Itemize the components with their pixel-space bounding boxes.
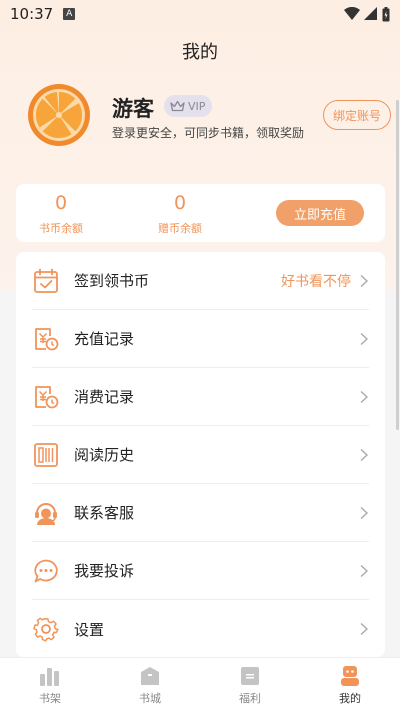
status-time: 10:37 <box>10 5 54 23</box>
page-title: 我的 <box>182 42 218 63</box>
tab-welfare[interactable]: 福利 <box>200 658 300 711</box>
username: 游客 <box>112 97 154 121</box>
menu-item-label: 我要投诉 <box>74 562 135 580</box>
scrollbar[interactable] <box>396 100 399 430</box>
status-icons <box>344 6 390 22</box>
chat-bubble-icon <box>32 557 60 585</box>
chevron-right-icon <box>360 390 369 403</box>
gift-coin-balance[interactable]: 0 赠币余额 <box>140 190 220 236</box>
tab-label: 福利 <box>239 692 261 705</box>
status-bar: 10:37 A <box>0 0 400 28</box>
receipt-clock-icon <box>32 383 60 411</box>
calendar-check-icon <box>32 267 60 295</box>
battery-icon <box>382 6 390 21</box>
book-coin-label: 书币余额 <box>39 222 83 235</box>
menu-item-complaint[interactable]: 我要投诉 <box>32 542 369 600</box>
chevron-right-icon <box>360 622 369 636</box>
bottom-tab-bar: 书架 书城 福利 我的 <box>0 657 400 711</box>
login-hint: 登录更安全，可同步书籍，领取奖励 <box>112 126 305 140</box>
gift-icon <box>241 667 259 685</box>
menu-item-label: 签到领书币 <box>74 272 150 290</box>
menu-item-recharge-records[interactable]: 充值记录 <box>32 310 369 368</box>
menu-item-consumption-records[interactable]: 消费记录 <box>32 368 369 426</box>
bookstore-icon <box>141 667 159 685</box>
tab-profile[interactable]: 我的 <box>300 658 400 711</box>
tab-label: 书架 <box>39 692 61 705</box>
wifi-icon <box>344 7 360 20</box>
tab-label: 我的 <box>339 692 361 705</box>
bookshelf-icon <box>40 668 59 686</box>
vip-badge: VIP <box>164 95 212 117</box>
menu-item-label: 联系客服 <box>74 504 135 522</box>
bind-account-button[interactable]: 绑定账号 <box>323 100 391 130</box>
signal-icon <box>364 7 377 20</box>
menu-item-label: 设置 <box>74 620 105 639</box>
book-coin-balance[interactable]: 0 书币余额 <box>21 190 101 236</box>
profile-icon <box>341 666 359 686</box>
chevron-right-icon <box>360 332 369 345</box>
receipt-clock-icon <box>32 325 60 353</box>
menu-item-settings[interactable]: 设置 <box>32 600 369 658</box>
crown-icon <box>170 100 185 112</box>
customer-service-icon <box>32 499 60 527</box>
menu-list: 签到领书币 好书看不停 充值记录 消费记录 阅读历史 联系客服 我要投诉 设置 <box>16 252 385 657</box>
notification-icon: A <box>63 8 76 20</box>
chevron-right-icon <box>360 564 369 577</box>
menu-item-promo: 好书看不停 <box>281 273 351 290</box>
tab-label: 书城 <box>139 692 161 705</box>
avatar[interactable] <box>28 84 90 146</box>
menu-item-customer-service[interactable]: 联系客服 <box>32 484 369 542</box>
book-history-icon <box>32 441 60 469</box>
recharge-button[interactable]: 立即充值 <box>276 200 364 226</box>
tab-bookshelf[interactable]: 书架 <box>0 658 100 711</box>
vip-label: VIP <box>188 99 206 113</box>
menu-item-label: 阅读历史 <box>74 446 135 464</box>
menu-item-checkin[interactable]: 签到领书币 好书看不停 <box>32 252 369 310</box>
chevron-right-icon <box>360 506 369 519</box>
balance-card: 0 书币余额 0 赠币余额 立即充值 <box>16 184 385 242</box>
gift-coin-label: 赠币余额 <box>158 222 202 235</box>
menu-item-label: 充值记录 <box>74 330 135 348</box>
tab-bookstore[interactable]: 书城 <box>100 658 200 711</box>
menu-item-reading-history[interactable]: 阅读历史 <box>32 426 369 484</box>
book-coin-value: 0 <box>54 192 68 214</box>
gift-coin-value: 0 <box>173 192 187 214</box>
chevron-right-icon <box>360 274 369 287</box>
chevron-right-icon <box>360 448 369 461</box>
gear-icon <box>32 615 60 643</box>
menu-item-label: 消费记录 <box>74 388 135 406</box>
